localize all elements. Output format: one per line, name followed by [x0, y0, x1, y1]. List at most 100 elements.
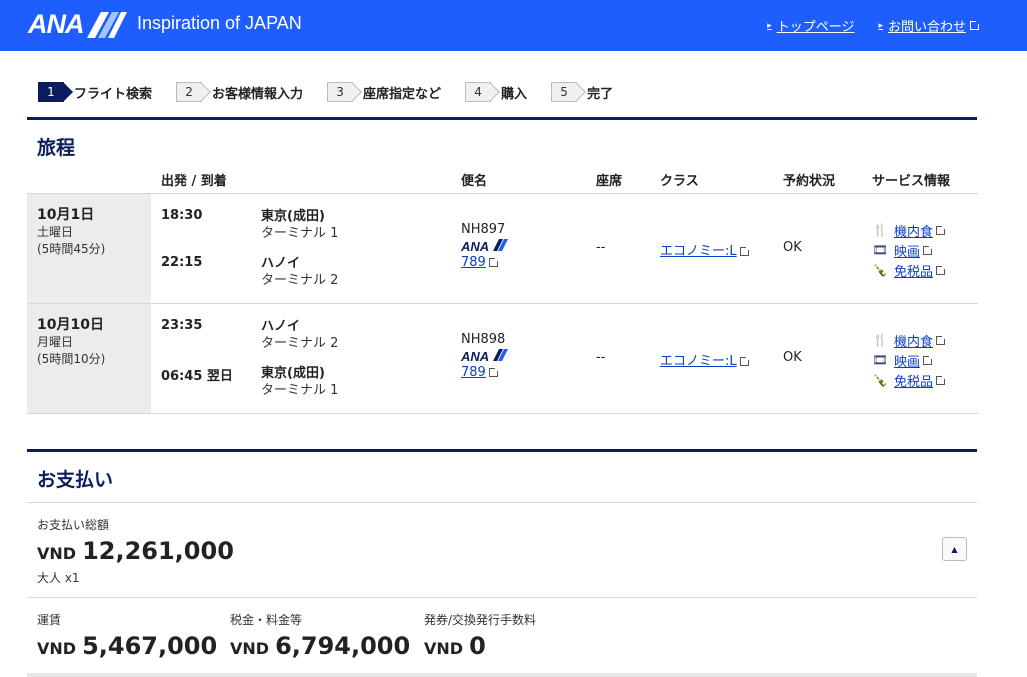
fee-amount: VND 0 — [424, 632, 486, 660]
fare-class-link[interactable]: エコノミー:L — [660, 244, 737, 259]
departure-time: 23:35 — [161, 318, 203, 333]
step-complete: 5 完了 — [551, 82, 613, 102]
meal-link[interactable]: 機内食 — [894, 221, 933, 240]
flight-info: NH898 ANA 789 — [461, 332, 509, 380]
step-number: 4 — [474, 85, 482, 99]
flight-duration: (5時間45分) — [37, 242, 106, 256]
total-value: 12,261,000 — [82, 537, 234, 565]
movie-link[interactable]: 映画 — [894, 351, 920, 370]
currency: VND — [230, 639, 270, 658]
aircraft-link[interactable]: 789 — [461, 255, 486, 270]
carrier-name: ANA — [461, 239, 490, 254]
arrival-time: 06:45 翌日 — [161, 369, 233, 384]
contact-link[interactable]: ▸ お問い合わせ — [878, 16, 981, 35]
external-link-icon — [970, 19, 981, 30]
fork-knife-icon: 🍴 — [872, 223, 888, 237]
flight-duration: (5時間10分) — [37, 352, 106, 366]
external-link-icon — [923, 353, 935, 365]
itinerary-bottom-border — [27, 413, 978, 414]
movie-link[interactable]: 映画 — [894, 241, 920, 260]
bottles-icon: 🍾 — [872, 373, 888, 387]
col-class: クラス — [660, 174, 699, 189]
step-label: お客様情報入力 — [212, 86, 304, 102]
flight-weekday: 土曜日 — [37, 225, 74, 239]
step-customer-info: 2 お客様情報入力 — [176, 82, 303, 102]
currency: VND — [37, 544, 77, 563]
departure-place: 東京(成田) ターミナル 1 — [261, 208, 338, 242]
aircraft-link[interactable]: 789 — [461, 365, 486, 380]
aircraft-type: 789 — [461, 365, 486, 380]
flight-number: NH898 — [461, 332, 506, 347]
class-cell: エコノミー:L — [660, 240, 751, 259]
flight-info: NH897 ANA 789 — [461, 222, 509, 270]
passenger-count: 大人 x1 — [37, 571, 80, 585]
step-purchase: 4 購入 — [465, 82, 527, 102]
date-cell: 10月1日 土曜日 (5時間45分) — [27, 194, 151, 303]
caret-up-icon: ▲ — [951, 544, 958, 554]
external-link-icon — [936, 333, 948, 345]
table-row: 10月10日 月曜日 (5時間10分) 23:35 ハノイ ターミナル 2 06… — [27, 303, 978, 413]
fee-value: 0 — [469, 632, 486, 660]
arrival-airport: 東京(成田) — [261, 366, 325, 381]
film-reel-icon: 🎞 — [872, 353, 888, 367]
fare-amount: VND 5,467,000 — [37, 632, 217, 660]
flight-number: NH897 — [461, 222, 506, 237]
col-seat: 座席 — [596, 174, 623, 189]
aircraft-type: 789 — [461, 255, 486, 270]
header-links: ▸ トップページ ▸ お問い合わせ — [767, 16, 981, 35]
step-number: 1 — [47, 85, 55, 99]
departure-time: 18:30 — [161, 208, 203, 223]
departure-airport: 東京(成田) — [261, 209, 325, 224]
departure-place: ハノイ ターミナル 2 — [261, 318, 338, 352]
contact-link-label: お問い合わせ — [887, 20, 966, 35]
external-link-icon — [923, 243, 935, 255]
step-number: 5 — [560, 85, 568, 99]
bottom-bar — [27, 673, 977, 677]
payment-divider — [27, 502, 977, 503]
external-link-icon — [488, 256, 500, 267]
booking-status: OK — [783, 350, 802, 365]
logo-text: ANA — [28, 9, 84, 39]
meal-link[interactable]: 機内食 — [894, 331, 933, 350]
top-page-link[interactable]: ▸ トップページ — [767, 16, 854, 35]
fare-label: 運賃 — [37, 613, 62, 627]
service-info: 🍴 機内食 🎞 映画 🍾 免税品 — [872, 220, 948, 280]
arrival-airport: ハノイ — [261, 256, 301, 271]
total-label: お支払い総額 — [37, 518, 110, 532]
duty-free-link[interactable]: 免税品 — [894, 371, 933, 390]
duty-free-link[interactable]: 免税品 — [894, 261, 933, 280]
collapse-toggle-button[interactable]: ▲ — [942, 537, 967, 561]
external-link-icon — [488, 366, 500, 377]
top-page-link-label: トップページ — [776, 20, 855, 35]
step-number: 3 — [336, 85, 344, 99]
step-flight-search: 1 フライト検索 — [38, 82, 152, 102]
col-status: 予約状況 — [783, 174, 836, 189]
chevron-right-icon: ▸ — [767, 20, 772, 31]
departure-terminal: ターミナル 2 — [261, 336, 339, 351]
class-cell: エコノミー:L — [660, 350, 751, 369]
carrier-stripes-icon — [493, 349, 509, 361]
fare-value: 5,467,000 — [82, 632, 218, 660]
col-service: サービス情報 — [872, 174, 951, 189]
carrier-stripes-icon — [493, 239, 509, 251]
arrival-place: 東京(成田) ターミナル 1 — [261, 365, 338, 399]
total-amount: VND 12,261,000 — [37, 537, 234, 565]
seat-value: -- — [596, 350, 606, 365]
currency: VND — [424, 639, 464, 658]
arrival-place: ハノイ ターミナル 2 — [261, 255, 338, 289]
step-seat-selection: 3 座席指定など — [327, 82, 441, 102]
departure-airport: ハノイ — [261, 319, 301, 334]
logo-stripes-icon — [86, 11, 127, 38]
step-label: フライト検索 — [74, 86, 153, 102]
arrival-terminal: ターミナル 1 — [261, 383, 339, 398]
top-bar: ANA Inspiration of JAPAN ▸ トップページ ▸ お問い合… — [0, 0, 1027, 51]
step-number: 2 — [185, 85, 193, 99]
fork-knife-icon: 🍴 — [872, 333, 888, 347]
fee-label: 発券/交換発行手数料 — [424, 613, 537, 627]
itinerary-title: 旅程 — [37, 137, 76, 159]
external-link-icon — [936, 263, 948, 275]
fare-class-link[interactable]: エコノミー:L — [660, 354, 737, 369]
tax-value: 6,794,000 — [275, 632, 411, 660]
ana-logo[interactable]: ANA — [28, 9, 127, 40]
step-label: 購入 — [501, 86, 528, 102]
